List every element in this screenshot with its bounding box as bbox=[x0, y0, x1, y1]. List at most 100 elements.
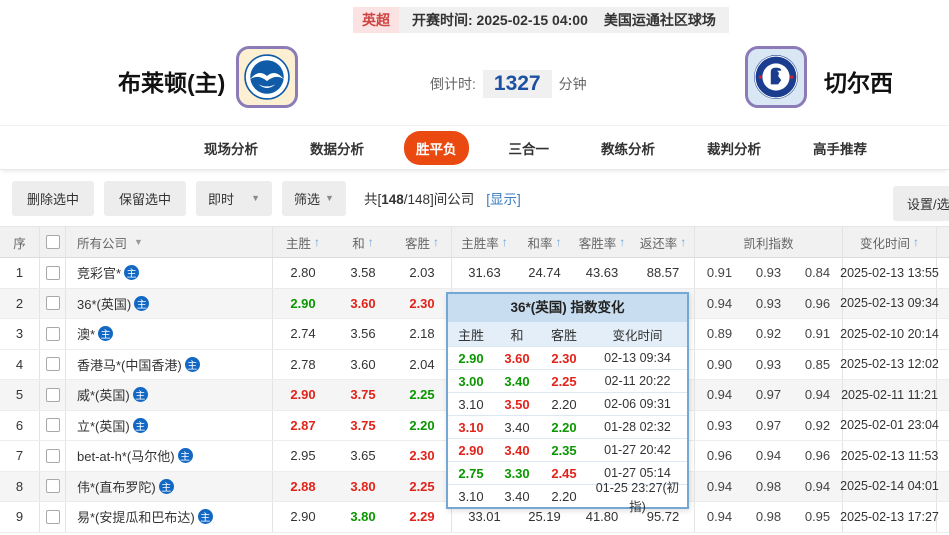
odds-draw: 3.75 bbox=[333, 380, 393, 410]
nav-tab-4[interactable]: 三合一 bbox=[497, 131, 562, 165]
change-time: 2025-02-13 11:53 bbox=[843, 441, 937, 471]
row-seq: 8 bbox=[0, 472, 40, 502]
popup-header-1: 主胜 bbox=[448, 325, 494, 344]
sort-asc-icon: ↑ bbox=[913, 235, 919, 249]
popup-row: 2.903.602.3002-13 09:34 bbox=[448, 346, 687, 369]
main-company-icon: 主 bbox=[198, 509, 213, 524]
kelly-1: 0.89 bbox=[695, 319, 744, 349]
company-name: bet-at-h*(马尔他) bbox=[77, 446, 175, 465]
popup-odds-draw: 3.30 bbox=[494, 466, 540, 481]
header-lose-rate[interactable]: 客胜率↑ bbox=[572, 227, 632, 257]
company-cell[interactable]: 竞彩官*主 bbox=[66, 258, 273, 288]
popup-body: 2.903.602.3002-13 09:343.003.402.2502-11… bbox=[448, 346, 687, 507]
kelly-3: 0.91 bbox=[793, 319, 843, 349]
nav-tab-6[interactable]: 裁判分析 bbox=[695, 131, 773, 165]
row-checkbox[interactable] bbox=[46, 388, 60, 402]
row-extra bbox=[937, 258, 949, 288]
kickoff-time: 开赛时间: 2025-02-15 04:00 bbox=[412, 7, 588, 33]
company-cell[interactable]: 易*(安提瓜和巴布达)主 bbox=[66, 502, 273, 532]
main-company-icon: 主 bbox=[159, 479, 174, 494]
row-checkbox[interactable] bbox=[46, 449, 60, 463]
odds-win: 2.90 bbox=[273, 289, 333, 319]
main-company-icon: 主 bbox=[178, 448, 193, 463]
nav-tab-7[interactable]: 高手推荐 bbox=[801, 131, 879, 165]
odds-lose: 2.30 bbox=[393, 289, 452, 319]
odds-draw: 3.56 bbox=[333, 319, 393, 349]
odds-draw: 3.80 bbox=[333, 502, 393, 532]
row-checkbox[interactable] bbox=[46, 266, 60, 280]
header-draw-rate[interactable]: 和率↑ bbox=[517, 227, 572, 257]
change-time: 2025-02-10 20:14 bbox=[843, 319, 937, 349]
change-time: 2025-02-01 23:04 bbox=[843, 411, 937, 441]
company-name: 伟*(直布罗陀) bbox=[77, 477, 156, 496]
caret-down-icon: ▼ bbox=[251, 193, 260, 203]
kelly-2: 0.98 bbox=[744, 472, 793, 502]
company-name: 立*(英国) bbox=[77, 416, 130, 435]
header-lose[interactable]: 客胜↑ bbox=[393, 227, 452, 257]
odds-time-select[interactable]: 即时 ▼ bbox=[196, 181, 272, 216]
header-company[interactable]: 所有公司 ▼ bbox=[66, 227, 273, 257]
header-win-rate[interactable]: 主胜率↑ bbox=[452, 227, 517, 257]
company-cell[interactable]: 香港马*(中国香港)主 bbox=[66, 350, 273, 380]
row-checkbox-cell bbox=[40, 411, 66, 441]
header-change-time-label: 变化时间 bbox=[860, 233, 910, 252]
settings-select-button[interactable]: 设置/选择 bbox=[893, 186, 949, 221]
row-checkbox-cell bbox=[40, 472, 66, 502]
odds-lose: 2.04 bbox=[393, 350, 452, 380]
row-checkbox[interactable] bbox=[46, 357, 60, 371]
popup-header-row: 主胜和客胜变化时间 bbox=[448, 322, 687, 346]
header-return-rate[interactable]: 返还率↑ bbox=[632, 227, 695, 257]
row-extra bbox=[937, 502, 949, 532]
row-seq: 5 bbox=[0, 380, 40, 410]
row-checkbox[interactable] bbox=[46, 418, 60, 432]
odds-lose: 2.18 bbox=[393, 319, 452, 349]
change-time: 2025-02-11 11:21 bbox=[843, 380, 937, 410]
row-extra bbox=[937, 289, 949, 319]
brighton-crest-icon bbox=[244, 54, 290, 100]
popup-odds-win: 2.75 bbox=[448, 466, 494, 481]
kelly-1: 0.94 bbox=[695, 289, 744, 319]
keep-selected-button[interactable]: 保留选中 bbox=[104, 181, 186, 216]
odds-time-select-value: 即时 bbox=[208, 189, 234, 208]
company-name: 36*(英国) bbox=[77, 294, 131, 313]
header-change-time[interactable]: 变化时间↑ bbox=[843, 227, 937, 257]
row-checkbox[interactable] bbox=[46, 479, 60, 493]
odds-lose: 2.25 bbox=[393, 380, 452, 410]
popup-odds-lose: 2.20 bbox=[540, 397, 588, 412]
nav-tab-3[interactable]: 胜平负 bbox=[404, 131, 469, 165]
main-company-icon: 主 bbox=[124, 265, 139, 280]
league-badge[interactable]: 英超 bbox=[353, 7, 399, 33]
company-cell[interactable]: 36*(英国)主 bbox=[66, 289, 273, 319]
nav-tab-1[interactable]: 现场分析 bbox=[192, 131, 270, 165]
nav-tab-2[interactable]: 数据分析 bbox=[298, 131, 376, 165]
popup-odds-lose: 2.35 bbox=[540, 443, 588, 458]
kelly-3: 0.94 bbox=[793, 472, 843, 502]
change-time: 2025-02-13 12:02 bbox=[843, 350, 937, 380]
company-cell[interactable]: 立*(英国)主 bbox=[66, 411, 273, 441]
row-checkbox[interactable] bbox=[46, 327, 60, 341]
popup-odds-draw: 3.40 bbox=[494, 374, 540, 389]
company-count: 共[148/148]间公司 bbox=[364, 188, 474, 208]
filter-button[interactable]: 筛选 ▼ bbox=[282, 181, 346, 216]
row-checkbox[interactable] bbox=[46, 510, 60, 524]
odds-win: 2.95 bbox=[273, 441, 333, 471]
caret-down-icon: ▼ bbox=[134, 237, 143, 247]
table-row: 1竞彩官*主2.803.582.0331.6324.7443.6388.570.… bbox=[0, 258, 949, 289]
company-cell[interactable]: bet-at-h*(马尔他)主 bbox=[66, 441, 273, 471]
company-cell[interactable]: 伟*(直布罗陀)主 bbox=[66, 472, 273, 502]
delete-selected-button[interactable]: 删除选中 bbox=[12, 181, 94, 216]
header-draw[interactable]: 和↑ bbox=[333, 227, 393, 257]
popup-row: 3.103.402.2001-25 23:27(初指) bbox=[448, 484, 687, 507]
show-link[interactable]: [显示] bbox=[486, 188, 521, 208]
row-checkbox[interactable] bbox=[46, 296, 60, 310]
kelly-2: 0.97 bbox=[744, 411, 793, 441]
select-all-checkbox[interactable] bbox=[46, 235, 60, 249]
company-cell[interactable]: 澳*主 bbox=[66, 319, 273, 349]
header-win[interactable]: 主胜↑ bbox=[273, 227, 333, 257]
home-team-name: 布莱顿(主) bbox=[118, 64, 225, 98]
header-company-label: 所有公司 bbox=[77, 233, 127, 252]
company-cell[interactable]: 威*(英国)主 bbox=[66, 380, 273, 410]
popup-change-time: 02-06 09:31 bbox=[588, 397, 687, 411]
rate-draw: 24.74 bbox=[517, 258, 572, 288]
nav-tab-5[interactable]: 教练分析 bbox=[589, 131, 667, 165]
